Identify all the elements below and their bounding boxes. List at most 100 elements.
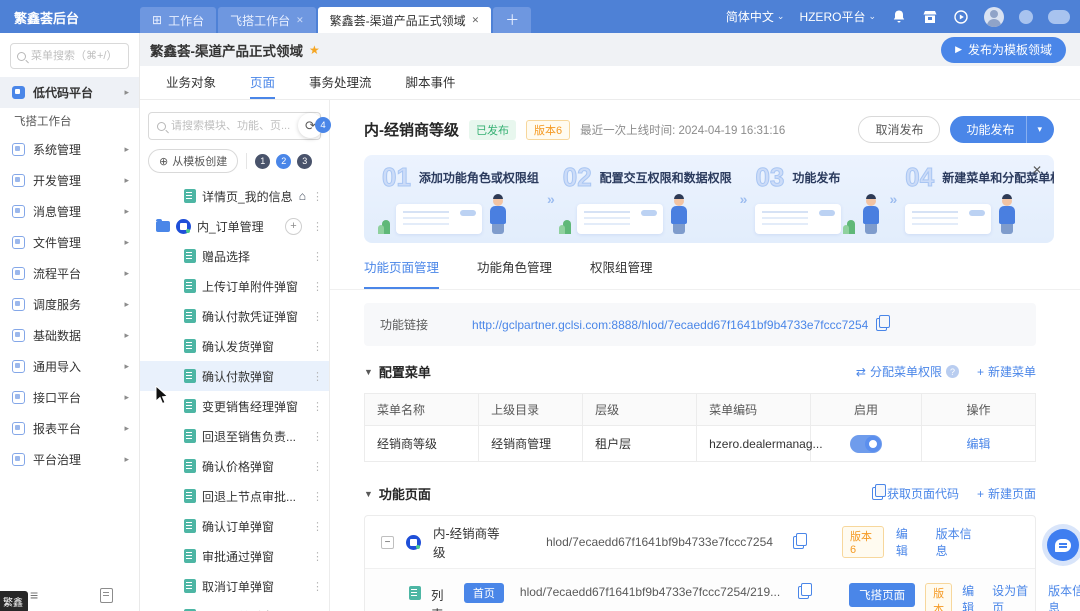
help-video-icon[interactable] — [953, 9, 969, 25]
chat-assistant-button[interactable] — [1042, 524, 1080, 566]
enable-toggle[interactable] — [850, 435, 882, 453]
more-actions-icon[interactable]: ⋮ — [312, 550, 323, 563]
get-page-code-link[interactable]: 获取页面代码 — [872, 485, 959, 502]
sidebar-item-generic-import[interactable]: 通用导入 ▸ — [0, 351, 139, 382]
copy-path-icon[interactable] — [793, 536, 804, 549]
sidebar-item-feida-workbench[interactable]: 飞搭工作台 — [0, 108, 139, 134]
tree-item-detail-my-info[interactable]: 详情页_我的信息 ⌂ ⋮ — [140, 181, 329, 211]
assign-menu-permission-link[interactable]: ⇄ 分配菜单权限 ? — [856, 363, 959, 380]
tree-folder-order-mgmt[interactable]: 内_订单管理 + ⋮ — [140, 211, 329, 241]
tree-item-cancel-order[interactable]: 取消订单弹窗 ⋮ — [140, 571, 329, 601]
sidebar-item-process-platform[interactable]: 流程平台 ▸ — [0, 258, 139, 289]
collapse-section-icon[interactable]: ▼ — [364, 367, 373, 377]
tab-function-page-mgmt[interactable]: 功能页面管理 — [364, 257, 439, 289]
tree-item-return-previous-approval[interactable]: 回退上节点审批... ⋮ — [140, 481, 329, 511]
pager-dot-2[interactable]: 2 — [276, 154, 291, 169]
new-menu-link[interactable]: + 新建菜单 — [977, 363, 1036, 380]
tab-channel-domain[interactable]: 繁鑫荟-渠道产品正式领域 ✕ — [318, 7, 492, 33]
tab-transaction-flow[interactable]: 事务处理流 — [309, 66, 372, 99]
collapse-sidebar-icon[interactable]: ≡ — [30, 587, 36, 603]
tree-item-change-sales-manager[interactable]: 变更销售经理弹窗 ⋮ — [140, 391, 329, 421]
tree-item-approval-passed[interactable]: 审批通过弹窗 ⋮ — [140, 541, 329, 571]
cancel-publish-button[interactable]: 取消发布 — [858, 116, 940, 143]
version-info-link[interactable]: 版本信息 — [936, 525, 979, 559]
tree-item-confirm-payment[interactable]: 确认付款弹窗 ⋮ — [140, 361, 329, 391]
more-actions-icon[interactable]: ⋮ — [312, 280, 323, 293]
create-from-template-button[interactable]: ⊕ 从模板创建 — [148, 149, 238, 173]
tab-feida-workbench[interactable]: 飞搭工作台 ✕ — [218, 7, 316, 33]
new-page-link[interactable]: + 新建页面 — [977, 485, 1036, 502]
more-actions-icon[interactable]: ⋮ — [312, 400, 323, 413]
tree-search-box[interactable] — [148, 112, 321, 140]
tab-business-objects[interactable]: 业务对象 — [166, 66, 216, 99]
tab-pages[interactable]: 页面 — [250, 66, 275, 99]
edit-page-link[interactable]: 编辑 — [896, 525, 918, 559]
chevron-down-icon[interactable]: ▾ — [1026, 116, 1054, 143]
tree-item-confirm-shipment[interactable]: 确认发货弹窗 ⋮ — [140, 331, 329, 361]
function-publish-button[interactable]: 功能发布 ▾ — [950, 116, 1054, 143]
set-home-link[interactable]: 设为首页 — [992, 583, 1032, 611]
tree-item-return-to-sales-owner[interactable]: 回退至销售负责... ⋮ — [140, 421, 329, 451]
sidebar-item-platform-governance[interactable]: 平台治理 ▸ — [0, 444, 139, 475]
more-actions-icon[interactable]: ⋮ — [312, 520, 323, 533]
edit-page-link[interactable]: 编辑 — [962, 583, 976, 611]
pager-dot-3[interactable]: 3 — [297, 154, 312, 169]
menu-search-input[interactable] — [31, 50, 122, 62]
language-selector[interactable]: 简体中文 ⌄ — [726, 8, 785, 25]
help-question-icon[interactable]: ? — [946, 365, 959, 378]
favorite-star-icon[interactable]: ★ — [309, 43, 320, 57]
tab-script-events[interactable]: 脚本事件 — [406, 66, 456, 99]
tree-item-confirm-price[interactable]: 确认价格弹窗 ⋮ — [140, 451, 329, 481]
platform-selector[interactable]: HZERO平台 ⌄ — [799, 8, 876, 25]
page-child-row[interactable]: 列表页-经销... 首页 hlod/7ecaedd67f1641bf9b4733… — [365, 569, 1035, 611]
more-actions-icon[interactable]: ⋮ — [312, 490, 323, 503]
more-actions-icon[interactable]: ⋮ — [312, 220, 323, 233]
sidebar-item-file-mgmt[interactable]: 文件管理 ▸ — [0, 227, 139, 258]
pager-dot-1[interactable]: 1 — [255, 154, 270, 169]
tree-item-return-order[interactable]: 回退订单弹窗 ⋮ — [140, 601, 329, 611]
more-actions-icon[interactable]: ⋮ — [312, 250, 323, 263]
copy-path-icon[interactable] — [798, 586, 809, 599]
tree-item-upload-attachment[interactable]: 上传订单附件弹窗 ⋮ — [140, 271, 329, 301]
feida-page-button[interactable]: 飞搭页面 — [849, 583, 915, 607]
more-actions-icon[interactable]: ⋮ — [312, 340, 323, 353]
sidebar-item-message-mgmt[interactable]: 消息管理 ▸ — [0, 196, 139, 227]
close-banner-icon[interactable]: ✕ — [1032, 163, 1042, 177]
close-tab-icon[interactable]: ✕ — [472, 15, 480, 26]
collapse-row-icon[interactable]: − — [381, 536, 394, 549]
more-actions-icon[interactable]: ⋮ — [312, 190, 323, 203]
close-tab-icon[interactable]: ✕ — [296, 15, 304, 26]
more-actions-icon[interactable]: ⋮ — [312, 370, 323, 383]
edit-menu-link[interactable]: 编辑 — [966, 437, 990, 451]
sidebar-item-scheduler[interactable]: 调度服务 ▸ — [0, 289, 139, 320]
tab-function-role-mgmt[interactable]: 功能角色管理 — [477, 257, 552, 289]
add-page-icon[interactable]: + — [285, 218, 302, 235]
more-actions-icon[interactable]: ⋮ — [312, 460, 323, 473]
tree-item-confirm-order[interactable]: 确认订单弹窗 ⋮ — [140, 511, 329, 541]
copy-link-icon[interactable] — [876, 318, 887, 331]
page-group-row[interactable]: − 内-经销商等级 hlod/7ecaedd67f1641bf9b4733e7f… — [365, 516, 1035, 568]
tree-item-confirm-payment-proof[interactable]: 确认付款凭证弹窗 ⋮ — [140, 301, 329, 331]
collapse-section-icon[interactable]: ▼ — [364, 489, 373, 499]
tree-search-input[interactable] — [171, 120, 292, 132]
tree-item-gift-select[interactable]: 赠品选择 ⋮ — [140, 241, 329, 271]
panel-count-badge[interactable]: 4 — [315, 117, 331, 133]
sidebar-item-system-mgmt[interactable]: 系统管理 ▸ — [0, 134, 139, 165]
new-tab-button[interactable]: ＋ — [493, 7, 531, 33]
more-actions-icon[interactable]: ⋮ — [312, 430, 323, 443]
changelog-icon[interactable] — [100, 588, 113, 603]
more-actions-icon[interactable]: ⋮ — [312, 310, 323, 323]
sidebar-item-lowcode-platform[interactable]: 低代码平台 ▸ — [0, 77, 139, 108]
store-icon[interactable] — [922, 9, 938, 25]
bell-icon[interactable] — [891, 9, 907, 25]
menu-search-box[interactable] — [10, 43, 129, 69]
user-avatar[interactable] — [984, 7, 1004, 27]
tab-workbench[interactable]: ⊞ 工作台 — [140, 7, 216, 33]
sidebar-item-dev-mgmt[interactable]: 开发管理 ▸ — [0, 165, 139, 196]
sidebar-item-base-data[interactable]: 基础数据 ▸ — [0, 320, 139, 351]
publish-as-template-button[interactable]: ▶ 发布为模板领域 — [941, 37, 1066, 63]
sidebar-item-report-platform[interactable]: 报表平台 ▸ — [0, 413, 139, 444]
more-actions-icon[interactable]: ⋮ — [312, 580, 323, 593]
sidebar-item-api-platform[interactable]: 接口平台 ▸ — [0, 382, 139, 413]
version-info-link[interactable]: 版本信息 — [1048, 583, 1080, 611]
